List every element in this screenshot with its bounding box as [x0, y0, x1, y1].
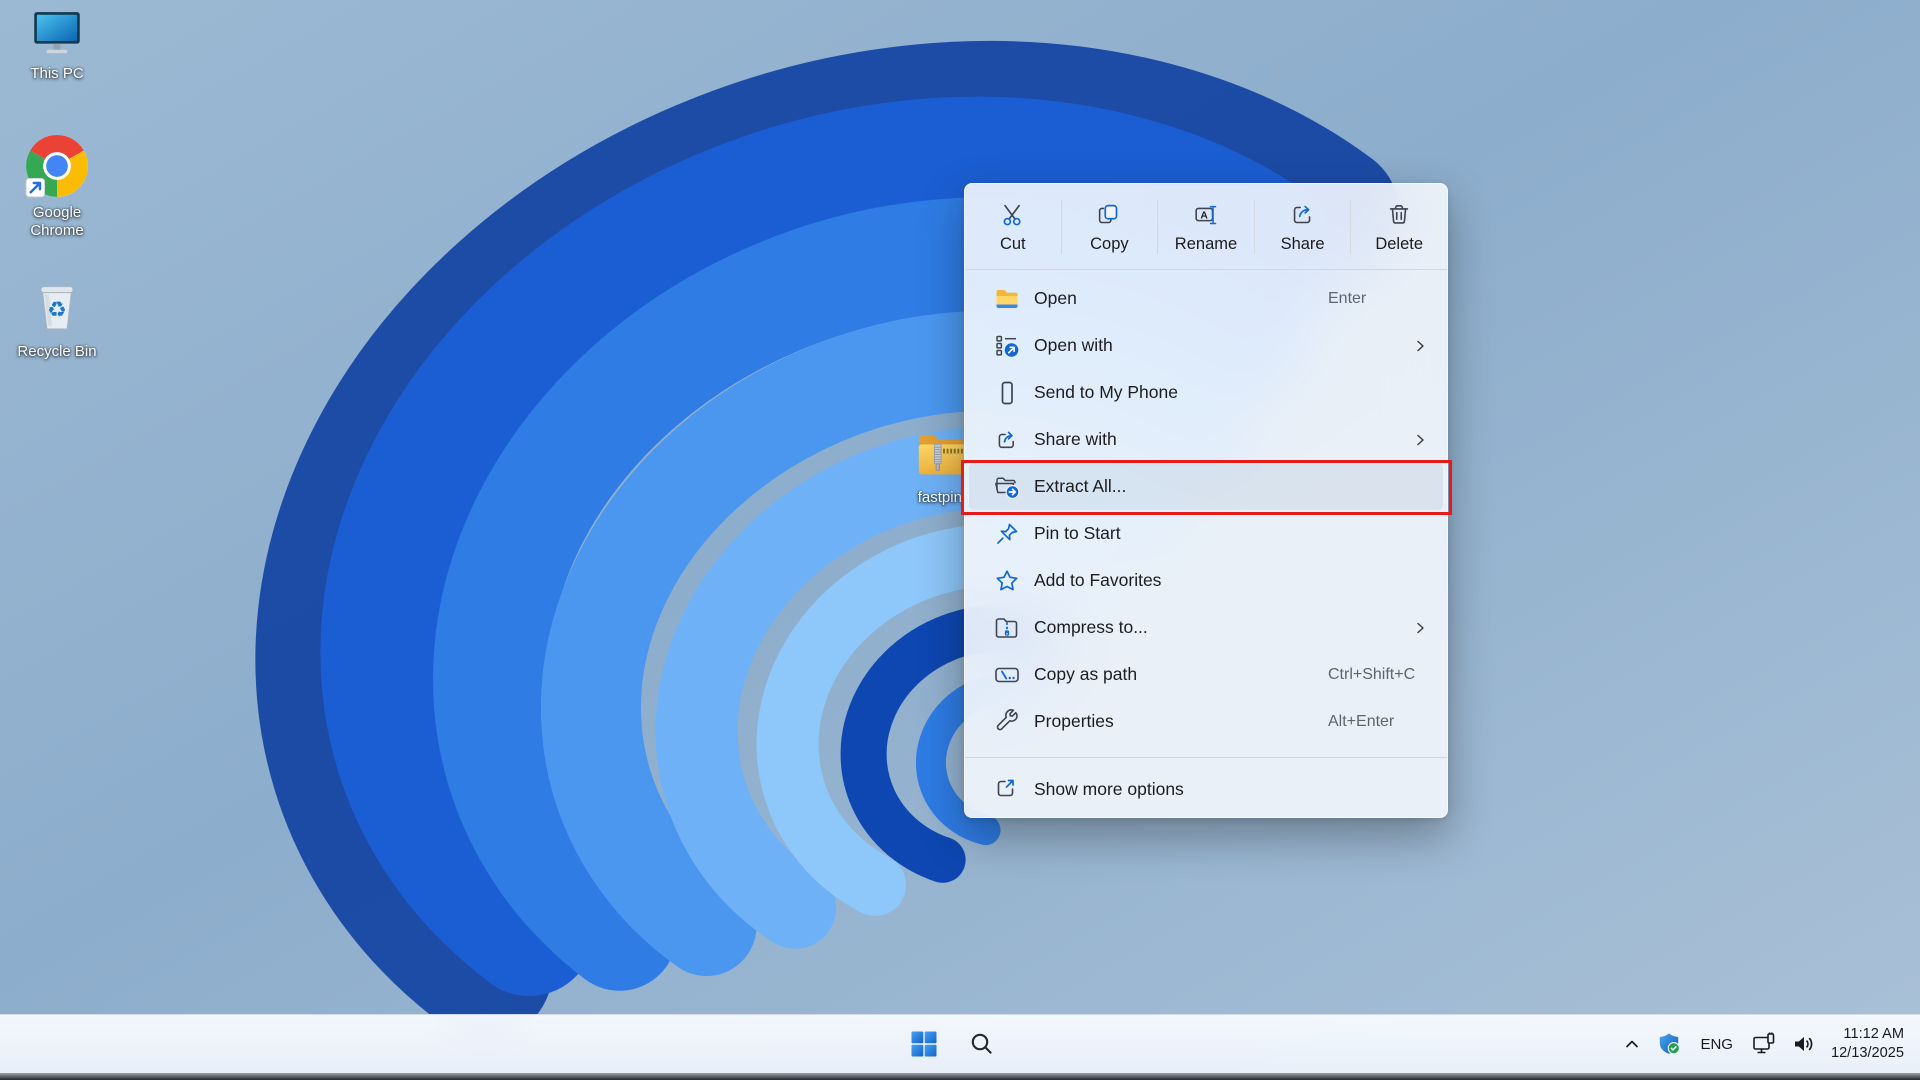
desktop-icon-label: This PC — [30, 65, 83, 83]
context-menu-toolbar: Cut Copy A Rename — [965, 184, 1447, 270]
share-with-icon — [993, 426, 1021, 454]
menu-item-label: Open — [1034, 288, 1077, 309]
menu-item-label: Pin to Start — [1034, 523, 1121, 544]
svg-text:A: A — [1200, 210, 1208, 221]
this-pc-icon — [29, 8, 85, 60]
network-button[interactable] — [1747, 1023, 1781, 1065]
taskbar-center — [901, 1015, 1005, 1073]
desktop-icon-this-pc[interactable]: This PC — [9, 8, 105, 83]
copy-icon — [1094, 200, 1124, 230]
delete-label: Delete — [1375, 235, 1423, 254]
rename-label: Rename — [1175, 235, 1237, 254]
menu-item-pin-to-start[interactable]: Pin to Start — [969, 510, 1443, 557]
clock[interactable]: 11:12 AM 12/13/2025 — [1827, 1025, 1912, 1063]
menu-item-label: Add to Favorites — [1034, 570, 1161, 591]
clock-date: 12/13/2025 — [1831, 1044, 1904, 1063]
share-icon — [1288, 200, 1318, 230]
delete-button[interactable]: Delete — [1351, 184, 1447, 269]
language-indicator[interactable]: ENG — [1692, 1023, 1741, 1065]
recycle-bin-icon: ♻ — [30, 276, 84, 338]
copy-path-icon — [993, 661, 1021, 689]
menu-item-send-to-my-phone[interactable]: Send to My Phone — [969, 369, 1443, 416]
menu-item-label: Properties — [1034, 711, 1114, 732]
cut-label: Cut — [1000, 235, 1026, 254]
desktop-icon-recycle-bin[interactable]: ♻ Recycle Bin — [9, 276, 105, 361]
menu-item-properties[interactable]: Properties Alt+Enter — [969, 698, 1443, 745]
cut-icon — [998, 200, 1028, 230]
phone-icon — [993, 379, 1021, 407]
rename-icon: A — [1191, 200, 1221, 230]
svg-text:♻: ♻ — [47, 298, 67, 323]
menu-item-label: Copy as path — [1034, 664, 1137, 685]
menu-item-shortcut: Enter — [1328, 290, 1366, 308]
windows-start-icon — [911, 1031, 937, 1057]
submenu-chevron-icon — [1413, 433, 1427, 447]
context-menu: Cut Copy A Rename — [964, 183, 1448, 818]
rename-button[interactable]: A Rename — [1158, 184, 1254, 269]
menu-item-label: Open with — [1034, 335, 1113, 356]
menu-item-share-with[interactable]: Share with — [969, 416, 1443, 463]
share-label: Share — [1281, 235, 1325, 254]
menu-item-label: Show more options — [1034, 779, 1184, 800]
share-button[interactable]: Share — [1255, 184, 1351, 269]
submenu-chevron-icon — [1413, 621, 1427, 635]
delete-icon — [1384, 200, 1414, 230]
menu-item-open[interactable]: Open Enter — [969, 275, 1443, 322]
search-button[interactable] — [959, 1022, 1005, 1066]
tray-chevron-up-button[interactable] — [1616, 1023, 1648, 1065]
pin-icon — [993, 520, 1021, 548]
cut-button[interactable]: Cut — [965, 184, 1061, 269]
desktop-icon-label: Recycle Bin — [17, 343, 96, 361]
menu-item-label: Extract All... — [1034, 476, 1126, 497]
folder-open-icon — [993, 285, 1021, 313]
system-tray: ENG 11:12 AM 12/13/2025 — [1616, 1015, 1912, 1073]
menu-item-open-with[interactable]: Open with — [969, 322, 1443, 369]
wrench-icon — [993, 708, 1021, 736]
menu-item-add-to-favorites[interactable]: Add to Favorites — [969, 557, 1443, 604]
windows-security-button[interactable] — [1654, 1023, 1686, 1065]
menu-item-extract-all[interactable]: Extract All... — [969, 463, 1443, 510]
copy-label: Copy — [1090, 235, 1129, 254]
start-button[interactable] — [901, 1022, 947, 1066]
extract-all-icon — [993, 473, 1021, 501]
menu-item-label: Share with — [1034, 429, 1117, 450]
desktop-icon-google-chrome[interactable]: Google Chrome — [9, 133, 105, 240]
open-with-icon — [993, 332, 1021, 360]
taskbar: ENG 11:12 AM 12/13/2025 — [0, 1014, 1920, 1073]
desktop: This PC Google Chrome ♻ Recycle Bin — [0, 0, 1920, 1080]
menu-divider — [965, 757, 1447, 758]
desktop-icon-label: Google Chrome — [9, 204, 105, 240]
search-icon — [969, 1031, 995, 1057]
wallpaper-bloom — [0, 0, 1920, 1080]
security-shield-icon — [1658, 1032, 1682, 1056]
volume-button[interactable] — [1787, 1023, 1821, 1065]
screen-bottom-edge — [0, 1073, 1920, 1080]
chevron-up-icon — [1621, 1033, 1643, 1055]
menu-item-shortcut: Ctrl+Shift+C — [1328, 666, 1415, 684]
menu-item-show-more-options[interactable]: Show more options — [969, 766, 1443, 813]
google-chrome-icon — [24, 133, 90, 199]
network-icon — [1751, 1031, 1777, 1057]
compress-icon — [993, 614, 1021, 642]
shortcut-arrow-badge — [26, 178, 45, 197]
menu-item-copy-as-path[interactable]: Copy as path Ctrl+Shift+C — [969, 651, 1443, 698]
show-more-options-icon — [993, 776, 1021, 804]
star-icon — [993, 567, 1021, 595]
clock-time: 11:12 AM — [1831, 1025, 1904, 1044]
desktop-icon-label: fastping — [918, 489, 971, 507]
context-menu-list: Open Enter — [965, 270, 1447, 813]
menu-item-label: Compress to... — [1034, 617, 1148, 638]
menu-item-shortcut: Alt+Enter — [1328, 713, 1394, 731]
menu-item-compress-to[interactable]: Compress to... — [969, 604, 1443, 651]
volume-icon — [1791, 1031, 1817, 1057]
copy-button[interactable]: Copy — [1062, 184, 1158, 269]
menu-item-label: Send to My Phone — [1034, 382, 1178, 403]
submenu-chevron-icon — [1413, 339, 1427, 353]
